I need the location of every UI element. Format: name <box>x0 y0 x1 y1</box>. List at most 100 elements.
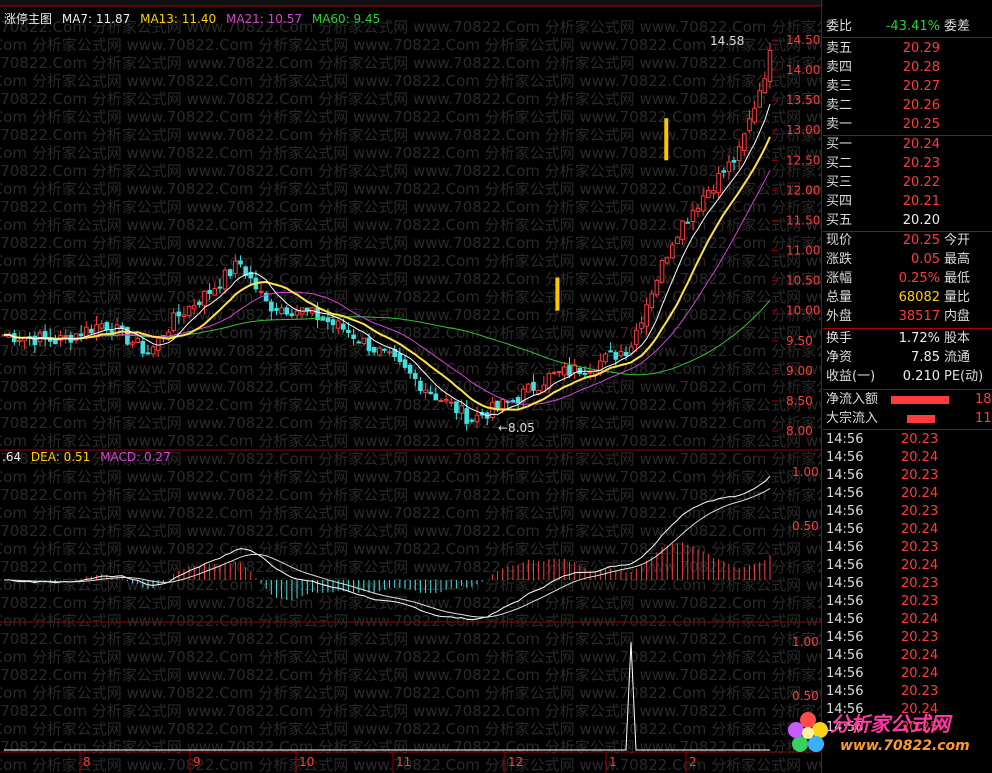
candle-body <box>608 350 613 353</box>
tick-price: 20.23 <box>901 684 939 699</box>
candle-body <box>207 289 212 294</box>
candle-body <box>269 301 274 312</box>
tick-row[interactable]: 14:56 20.23 <box>823 467 992 485</box>
tick-row[interactable]: 14:56 20.24 <box>823 647 992 665</box>
quote-right-label: 内盘 <box>944 309 971 324</box>
limit-up-candle <box>664 118 669 161</box>
candle-body <box>89 328 94 334</box>
tick-row[interactable]: 14:56 20.24 <box>823 521 992 539</box>
candle-body <box>155 337 161 351</box>
watermark-text: www.70822.Com 分析家公式网 www.70822.Com 分析家公式… <box>0 432 822 450</box>
price-axis-label: 14.50 <box>786 33 820 47</box>
candle-body <box>433 393 439 401</box>
candle-body <box>382 348 387 351</box>
tick-row[interactable]: 14:56 20.23 <box>823 503 992 521</box>
watermark-text: www.70822.Com 分析家公式网 www.70822.Com 分析家公式… <box>0 198 822 216</box>
candle-body <box>664 257 670 264</box>
price-axis-label: 9.00 <box>786 364 813 378</box>
candle-body <box>341 323 346 330</box>
tick-time: 14:56 <box>826 594 864 609</box>
candle-body <box>330 319 336 326</box>
candle-body <box>94 324 99 337</box>
tick-price: 20.23 <box>901 432 939 447</box>
watermark-text: www.70822.Com 分析家公式网 www.70822.Com 分析家公式… <box>0 666 822 684</box>
candle-body <box>212 288 218 296</box>
candle-body <box>42 331 48 339</box>
watermark-text: www.70822.Com 分析家公式网 www.70822.Com 分析家公式… <box>0 180 822 198</box>
price-axis-label: 12.00 <box>786 183 820 197</box>
bid-price: 20.21 <box>902 194 940 209</box>
tick-row[interactable]: 14:56 20.23 <box>823 539 992 557</box>
macd-axis-label: 0.50 <box>792 519 819 533</box>
weibi-value: -43.41% <box>885 19 940 34</box>
candle-body <box>670 244 675 259</box>
price-axis-label: 11.50 <box>786 213 820 227</box>
candle-body <box>181 314 187 318</box>
candle-body <box>767 49 773 82</box>
candle-body <box>454 401 459 414</box>
kline-chart-svg[interactable]: www.70822.Com 分析家公式网 www.70822.Com 分析家公式… <box>0 0 822 773</box>
tick-row[interactable]: 14:56 20.24 <box>823 611 992 629</box>
tick-time: 14:56 <box>826 558 864 573</box>
candle-body <box>618 350 624 357</box>
bid-row: 买三 20.22 <box>823 174 992 192</box>
candle-body <box>757 90 763 108</box>
month-label: 12 <box>508 755 523 769</box>
candle-body <box>227 269 233 277</box>
tick-price: 20.24 <box>901 666 939 681</box>
candle-body <box>217 286 223 289</box>
candle-body <box>78 333 84 337</box>
candle-body <box>119 325 125 329</box>
flow-value: 18 <box>975 392 992 407</box>
tick-time: 14:56 <box>826 666 864 681</box>
watermark-text: www.70822.Com 分析家公式网 www.70822.Com 分析家公式… <box>0 396 822 414</box>
tick-row[interactable]: 14:56 20.23 <box>823 629 992 647</box>
tick-price: 20.24 <box>901 558 939 573</box>
tick-row[interactable]: 14:56 20.24 <box>823 665 992 683</box>
candle-body <box>448 401 454 404</box>
logo-name: 分析家公式网 <box>830 712 950 736</box>
ask-price: 20.26 <box>902 98 940 113</box>
kline-chart-area[interactable]: www.70822.Com 分析家公式网 www.70822.Com 分析家公式… <box>0 0 822 773</box>
stats-value: 0.210 <box>902 369 940 384</box>
candle-body <box>567 365 572 376</box>
watermark-text: www.70822.Com 分析家公式网 www.70822.Com 分析家公式… <box>0 144 822 162</box>
tick-time: 14:56 <box>826 468 864 483</box>
candle-body <box>412 373 418 379</box>
stats-right-label: 流通 <box>944 350 971 365</box>
indicator-title[interactable]: 涨停主图 <box>4 12 52 26</box>
bid-price: 20.22 <box>902 175 940 190</box>
month-label: 11 <box>396 755 411 769</box>
quote-row: 外盘 38517 内盘 <box>823 308 992 326</box>
candle-body <box>176 311 182 317</box>
dif-label: .64 <box>2 450 22 464</box>
candle-body <box>325 317 331 323</box>
candle-body <box>346 330 351 333</box>
candle-body <box>531 381 536 391</box>
tick-row[interactable]: 14:56 20.23 <box>823 593 992 611</box>
tick-time: 14:56 <box>826 486 864 501</box>
candle-body <box>407 364 413 374</box>
tick-price: 20.24 <box>901 612 939 627</box>
quote-value: 38517 <box>898 309 940 324</box>
quote-row: 涨跌 0.05 最高 <box>823 251 992 269</box>
tick-row[interactable]: 14:56 20.23 <box>823 431 992 449</box>
flow-bar <box>907 415 935 423</box>
candle-body <box>305 307 310 311</box>
price-axis-label: 14.00 <box>786 63 820 77</box>
candle-body <box>428 391 433 395</box>
candle-body <box>731 159 737 163</box>
tick-row[interactable]: 14:56 20.24 <box>823 485 992 503</box>
tick-row[interactable]: 14:56 20.24 <box>823 449 992 467</box>
tick-row[interactable]: 14:56 20.23 <box>823 575 992 593</box>
candle-body <box>32 335 38 346</box>
tick-price: 20.24 <box>901 486 939 501</box>
price-axis-label: 13.00 <box>786 123 820 137</box>
quote-label: 总量 <box>826 290 853 305</box>
ma60-label: MA60: 9.45 <box>311 12 381 26</box>
tick-row[interactable]: 14:56 20.24 <box>823 557 992 575</box>
bid-row: 买四 20.21 <box>823 193 992 211</box>
tick-row[interactable]: 14:56 20.23 <box>823 683 992 701</box>
price-axis-label: 12.50 <box>786 153 820 167</box>
quote-row: 现价 20.25 今开 <box>823 232 992 250</box>
